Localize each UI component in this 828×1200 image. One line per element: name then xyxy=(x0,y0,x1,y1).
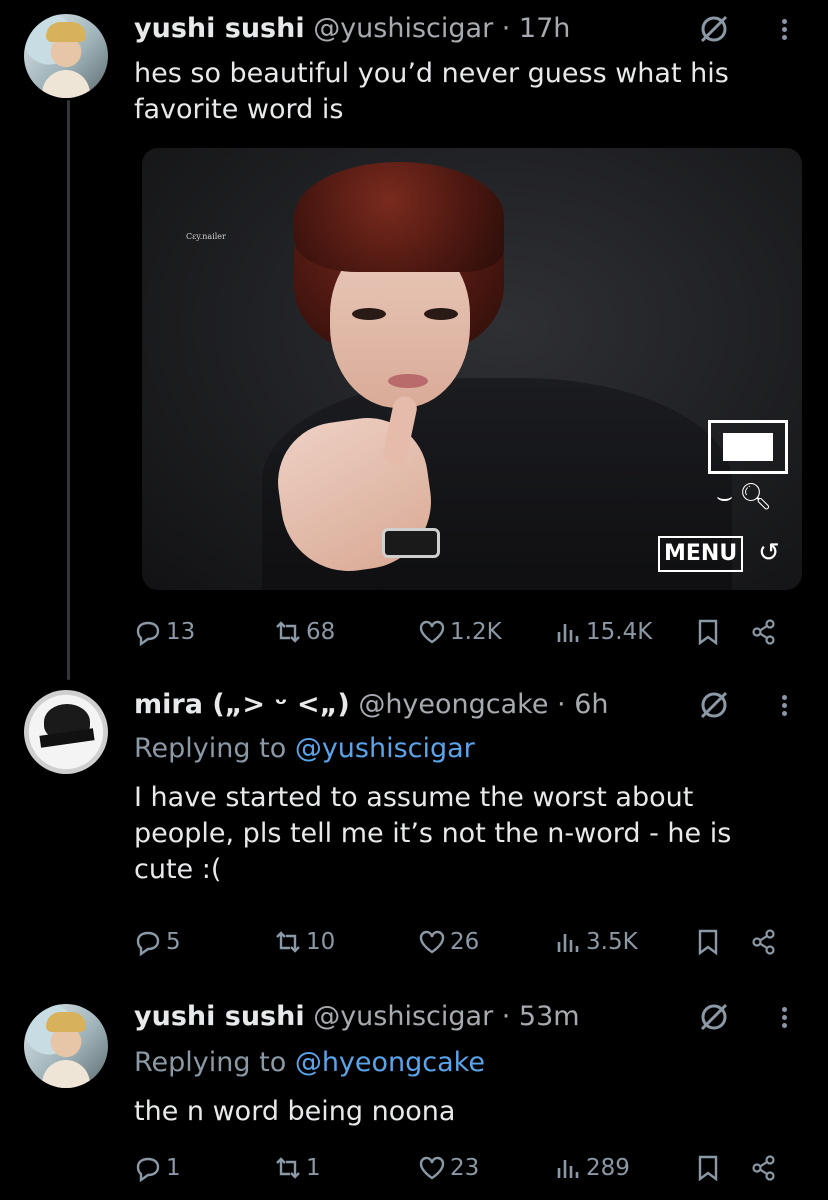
share-icon xyxy=(752,619,775,645)
reply-button[interactable]: 5 xyxy=(134,922,181,962)
views-button[interactable]: 15.4K xyxy=(554,612,652,652)
views-count: 289 xyxy=(586,1155,630,1181)
replying-mention-link[interactable]: @yushiscigar xyxy=(295,733,475,764)
replying-prefix: Replying to xyxy=(134,733,287,764)
reply-count: 5 xyxy=(166,929,181,955)
repost-icon xyxy=(276,621,300,643)
views-button[interactable]: 289 xyxy=(554,1148,630,1188)
repost-button[interactable]: 10 xyxy=(274,922,335,962)
heart-icon xyxy=(419,1156,445,1180)
more-icon[interactable] xyxy=(776,692,792,726)
image-fringe xyxy=(294,162,504,272)
replying-mention-link[interactable]: @hyeongcake xyxy=(295,1047,485,1078)
thread-line xyxy=(67,100,70,680)
views-icon xyxy=(557,624,579,642)
bookmark-button[interactable] xyxy=(694,1148,726,1188)
image-watch xyxy=(382,528,440,558)
camera-frame-icon xyxy=(708,420,788,474)
like-button[interactable]: 23 xyxy=(418,1148,479,1188)
tweet-header: mira („> ᵕ <„) @hyeongcake · 6h xyxy=(134,688,609,722)
bookmark-icon xyxy=(698,929,718,956)
heart-icon xyxy=(419,620,445,644)
views-button[interactable]: 3.5K xyxy=(554,922,638,962)
camera-zoom-icon: ⌣🔍︎ xyxy=(716,482,779,512)
repost-icon xyxy=(276,931,300,953)
like-button[interactable]: 26 xyxy=(418,922,479,962)
grok-icon[interactable] xyxy=(697,1000,731,1034)
views-icon xyxy=(557,934,579,952)
replying-prefix: Replying to xyxy=(134,1047,287,1078)
tweet-header: yushi sushi @yushiscigar · 17h xyxy=(134,12,570,46)
avatar[interactable] xyxy=(24,690,108,774)
views-count: 15.4K xyxy=(586,619,653,645)
display-name[interactable]: mira („> ᵕ <„) xyxy=(134,689,350,720)
repost-count: 68 xyxy=(306,619,336,645)
like-count: 23 xyxy=(450,1155,480,1181)
repost-icon xyxy=(276,1157,300,1179)
bookmark-button[interactable] xyxy=(694,612,726,652)
display-name[interactable]: yushi sushi xyxy=(134,1001,305,1032)
views-icon xyxy=(557,1160,579,1178)
share-button[interactable] xyxy=(750,1148,782,1188)
heart-icon xyxy=(419,930,445,954)
camera-menu-label: MENU xyxy=(658,536,744,572)
reply-icon xyxy=(136,621,160,646)
grok-icon[interactable] xyxy=(697,12,731,46)
image-eye-left xyxy=(352,308,386,320)
grok-icon[interactable] xyxy=(697,688,731,722)
share-button[interactable] xyxy=(750,922,782,962)
bookmark-icon xyxy=(698,619,718,646)
like-count: 1.2K xyxy=(450,619,502,645)
handle-time[interactable]: @yushiscigar · 53m xyxy=(313,1001,579,1032)
share-icon xyxy=(752,929,775,955)
tweet-header: yushi sushi @yushiscigar · 53m xyxy=(134,1000,580,1034)
replying-to: Replying to @hyeongcake xyxy=(134,1046,485,1080)
repost-button[interactable]: 1 xyxy=(274,1148,321,1188)
avatar[interactable] xyxy=(24,14,108,98)
bookmark-button[interactable] xyxy=(694,922,726,962)
more-icon[interactable] xyxy=(776,1004,792,1038)
handle-time[interactable]: @yushiscigar · 17h xyxy=(313,13,570,44)
replying-to: Replying to @yushiscigar xyxy=(134,732,475,766)
tweet-media-image[interactable]: Cεy.nailer ⌣🔍︎ MENU ↺ xyxy=(142,148,802,590)
display-name[interactable]: yushi sushi xyxy=(134,13,305,44)
share-icon xyxy=(752,1155,775,1181)
image-watermark: Cεy.nailer xyxy=(186,232,226,241)
handle-time[interactable]: @hyeongcake · 6h xyxy=(358,689,608,720)
tweet-actions: 13 68 1.2K 15.4K xyxy=(134,612,794,652)
camera-menu-overlay: MENU ↺ xyxy=(658,536,792,576)
reply-icon xyxy=(136,1157,160,1182)
reply-button[interactable]: 13 xyxy=(134,612,195,652)
tweet-actions: 1 1 23 289 xyxy=(134,1148,794,1188)
reply-count: 1 xyxy=(166,1155,181,1181)
avatar[interactable] xyxy=(24,1004,108,1088)
more-icon[interactable] xyxy=(776,16,792,50)
repost-button[interactable]: 68 xyxy=(274,612,335,652)
share-button[interactable] xyxy=(750,612,782,652)
tweet-actions: 5 10 26 3.5K xyxy=(134,922,794,962)
tweet-text: I have started to assume the worst about… xyxy=(134,782,732,885)
reply-button[interactable]: 1 xyxy=(134,1148,181,1188)
reply-icon xyxy=(136,931,160,956)
views-count: 3.5K xyxy=(586,929,638,955)
image-lips xyxy=(388,374,428,388)
image-eye-right xyxy=(424,308,458,320)
like-count: 26 xyxy=(450,929,480,955)
repost-count: 10 xyxy=(306,929,336,955)
reply-count: 13 xyxy=(166,619,196,645)
tweet-text: hes so beautiful you’d never guess what … xyxy=(134,58,729,125)
tweet-text: the n word being noona xyxy=(134,1096,456,1127)
like-button[interactable]: 1.2K xyxy=(418,612,502,652)
repost-count: 1 xyxy=(306,1155,321,1181)
bookmark-icon xyxy=(698,1155,718,1182)
camera-return-icon: ↺ xyxy=(758,538,780,568)
